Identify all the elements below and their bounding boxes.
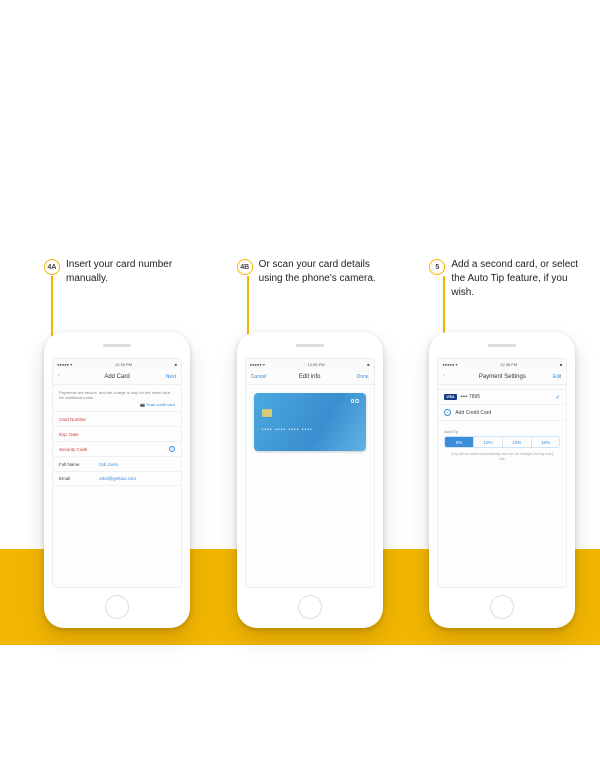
add-card-row[interactable]: Add Credit Card — [438, 405, 566, 421]
back-button[interactable]: ‹ — [58, 374, 86, 379]
phone-mockup: ●●●●● ▾ 12:35 PM ■ ‹ Payment Settings Ed… — [429, 332, 575, 628]
phone-screen: ●●●●● ▾ 12:35 PM ■ Cancel Edit info Done… — [245, 358, 375, 588]
card-number: •••• •••• •••• •••• — [262, 427, 313, 433]
add-card-label: Add Credit Card — [455, 410, 491, 416]
info-note: Payments are secure, and the charge is o… — [53, 385, 181, 402]
tip-option[interactable]: 10% — [474, 437, 503, 447]
nav-bar: ‹ Add Card Next — [53, 369, 181, 385]
nav-title: Add Card — [104, 374, 129, 380]
plus-radio-icon — [444, 409, 451, 416]
card-logo-dots-icon — [351, 399, 359, 403]
tip-footnote: A tip will be added automatically and ca… — [438, 448, 566, 466]
status-battery-icon: ■ — [367, 362, 369, 367]
cancel-button[interactable]: Cancel — [251, 374, 279, 380]
form-field[interactable]: Email otkol@gettaxi.com — [53, 471, 181, 486]
status-time: 12:35 PM — [115, 362, 132, 367]
card-preview-area: •••• •••• •••• •••• — [246, 385, 374, 459]
status-battery-icon: ■ — [175, 362, 177, 367]
back-button[interactable]: ‹ — [443, 374, 471, 379]
status-carrier: ●●●●● ▾ — [57, 362, 72, 367]
step-badge: 4B — [237, 259, 253, 275]
status-bar: ●●●●● ▾ 12:35 PM ■ — [246, 359, 374, 369]
step-text: Insert your card number manually. — [66, 258, 197, 286]
step-col-4b: 4B Or scan your card details using the p… — [237, 258, 390, 628]
field-label: Security Code — [59, 447, 95, 452]
card-row[interactable]: VISA •••• 7895 ✓ — [438, 389, 566, 405]
field-value[interactable]: Odi Joren — [99, 462, 175, 467]
status-bar: ●●●●● ▾ 12:35 PM ■ — [438, 359, 566, 369]
autotip-label: AutoTip — [438, 421, 566, 436]
status-carrier: ●●●●● ▾ — [442, 362, 457, 367]
step-text: Add a second card, or select the Auto Ti… — [451, 258, 582, 300]
tip-option[interactable]: 5% — [445, 437, 474, 447]
nav-title: Edit info — [299, 374, 321, 380]
phone-mockup: ●●●●● ▾ 12:35 PM ■ Cancel Edit info Done… — [237, 332, 383, 628]
form-field[interactable]: Full Name Odi Joren — [53, 456, 181, 471]
field-label: Card Number — [59, 417, 95, 422]
form-fields: Card Number Exp. Date Security Code i Full N… — [53, 411, 181, 486]
scan-card-link[interactable]: 📷 Scan credit card — [53, 402, 181, 411]
status-carrier: ●●●●● ▾ — [250, 362, 265, 367]
done-button[interactable]: Done — [341, 374, 369, 380]
phone-screen: ●●●●● ▾ 12:35 PM ■ ‹ Payment Settings Ed… — [437, 358, 567, 588]
status-bar: ●●●●● ▾ 12:35 PM ■ — [53, 359, 181, 369]
nav-bar: ‹ Payment Settings Edit — [438, 369, 566, 385]
status-time: 12:35 PM — [308, 362, 325, 367]
check-icon: ✓ — [555, 394, 560, 401]
field-value[interactable]: otkol@gettaxi.com — [99, 476, 175, 481]
card-masked: •••• 7895 — [461, 394, 481, 400]
step-badge: 5 — [429, 259, 445, 275]
step-badge: 4A — [44, 259, 60, 275]
nav-title: Payment Settings — [479, 374, 526, 380]
form-field[interactable]: Card Number — [53, 411, 181, 426]
status-time: 12:35 PM — [500, 362, 517, 367]
info-icon[interactable]: i — [169, 446, 175, 452]
step-label: 4A Insert your card number manually. — [44, 258, 197, 312]
credit-card-icon: •••• •••• •••• •••• — [254, 393, 366, 451]
tip-option[interactable]: 15% — [503, 437, 532, 447]
edit-button[interactable]: Edit — [533, 374, 561, 380]
tip-option[interactable]: 18% — [532, 437, 560, 447]
steps-row: 4A Insert your card number manually. ●●●… — [44, 258, 582, 628]
step-col-4a: 4A Insert your card number manually. ●●●… — [44, 258, 197, 628]
tip-segment: 5%10%15%18% — [444, 436, 560, 448]
visa-badge-icon: VISA — [444, 394, 456, 400]
field-label: Exp. Date — [59, 432, 95, 437]
field-label: Email — [59, 476, 95, 481]
step-text: Or scan your card details using the phon… — [259, 258, 390, 286]
step-label: 4B Or scan your card details using the p… — [237, 258, 390, 312]
status-battery-icon: ■ — [560, 362, 562, 367]
phone-screen: ●●●●● ▾ 12:35 PM ■ ‹ Add Card Next Payme… — [52, 358, 182, 588]
field-label: Full Name — [59, 462, 95, 467]
step-col-5: 5 Add a second card, or select the Auto … — [429, 258, 582, 628]
cards-list: VISA •••• 7895 ✓ Add Credit Card — [438, 385, 566, 421]
form-field[interactable]: Exp. Date — [53, 426, 181, 441]
next-button[interactable]: Next — [148, 374, 176, 380]
step-label: 5 Add a second card, or select the Auto … — [429, 258, 582, 312]
form-field[interactable]: Security Code i — [53, 441, 181, 456]
nav-bar: Cancel Edit info Done — [246, 369, 374, 385]
phone-mockup: ●●●●● ▾ 12:35 PM ■ ‹ Add Card Next Payme… — [44, 332, 190, 628]
